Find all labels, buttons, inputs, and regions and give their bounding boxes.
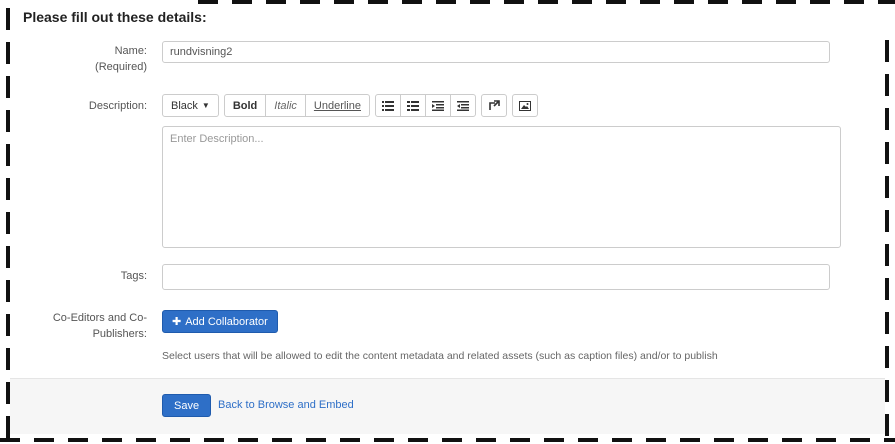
frame-bottom-border	[0, 438, 895, 442]
caret-down-icon: ▼	[201, 101, 210, 110]
tags-label: Tags:	[120, 270, 147, 282]
tags-input[interactable]	[162, 264, 830, 290]
italic-button[interactable]: Italic	[265, 94, 306, 117]
back-to-browse-link[interactable]: Back to Browse and Embed	[218, 399, 354, 411]
description-label: Description:	[88, 100, 147, 112]
underline-button[interactable]: Underline	[304, 94, 370, 117]
outdent-icon[interactable]	[425, 94, 451, 117]
save-button[interactable]: Save	[162, 394, 212, 417]
unordered-list-icon[interactable]	[375, 94, 401, 117]
name-label: Name: (Required)	[95, 45, 147, 73]
image-icon[interactable]	[512, 94, 538, 117]
description-textarea[interactable]: Enter Description...	[162, 126, 841, 248]
name-input[interactable]: rundvisning2	[162, 41, 830, 63]
form-title: Please fill out these details:	[23, 9, 207, 25]
bold-button[interactable]: Bold	[223, 94, 267, 117]
editor-toolbar: Black ▼ Bold Italic Underline	[162, 94, 538, 117]
frame-top-border	[198, 0, 895, 4]
plus-icon: ✚	[172, 316, 182, 328]
link-icon[interactable]	[481, 94, 507, 117]
collaborators-help-text: Select users that will be allowed to edi…	[162, 350, 718, 362]
frame-left-border	[6, 8, 10, 438]
text-color-dropdown[interactable]: Black ▼	[162, 94, 219, 117]
collaborators-label: Co-Editors and Co- Publishers:	[52, 312, 147, 340]
ordered-list-icon[interactable]	[400, 94, 426, 117]
frame-right-border	[885, 40, 889, 440]
indent-icon[interactable]	[450, 94, 476, 117]
footer-bar	[10, 379, 885, 434]
add-collaborator-button[interactable]: ✚ Add Collaborator	[162, 310, 278, 333]
